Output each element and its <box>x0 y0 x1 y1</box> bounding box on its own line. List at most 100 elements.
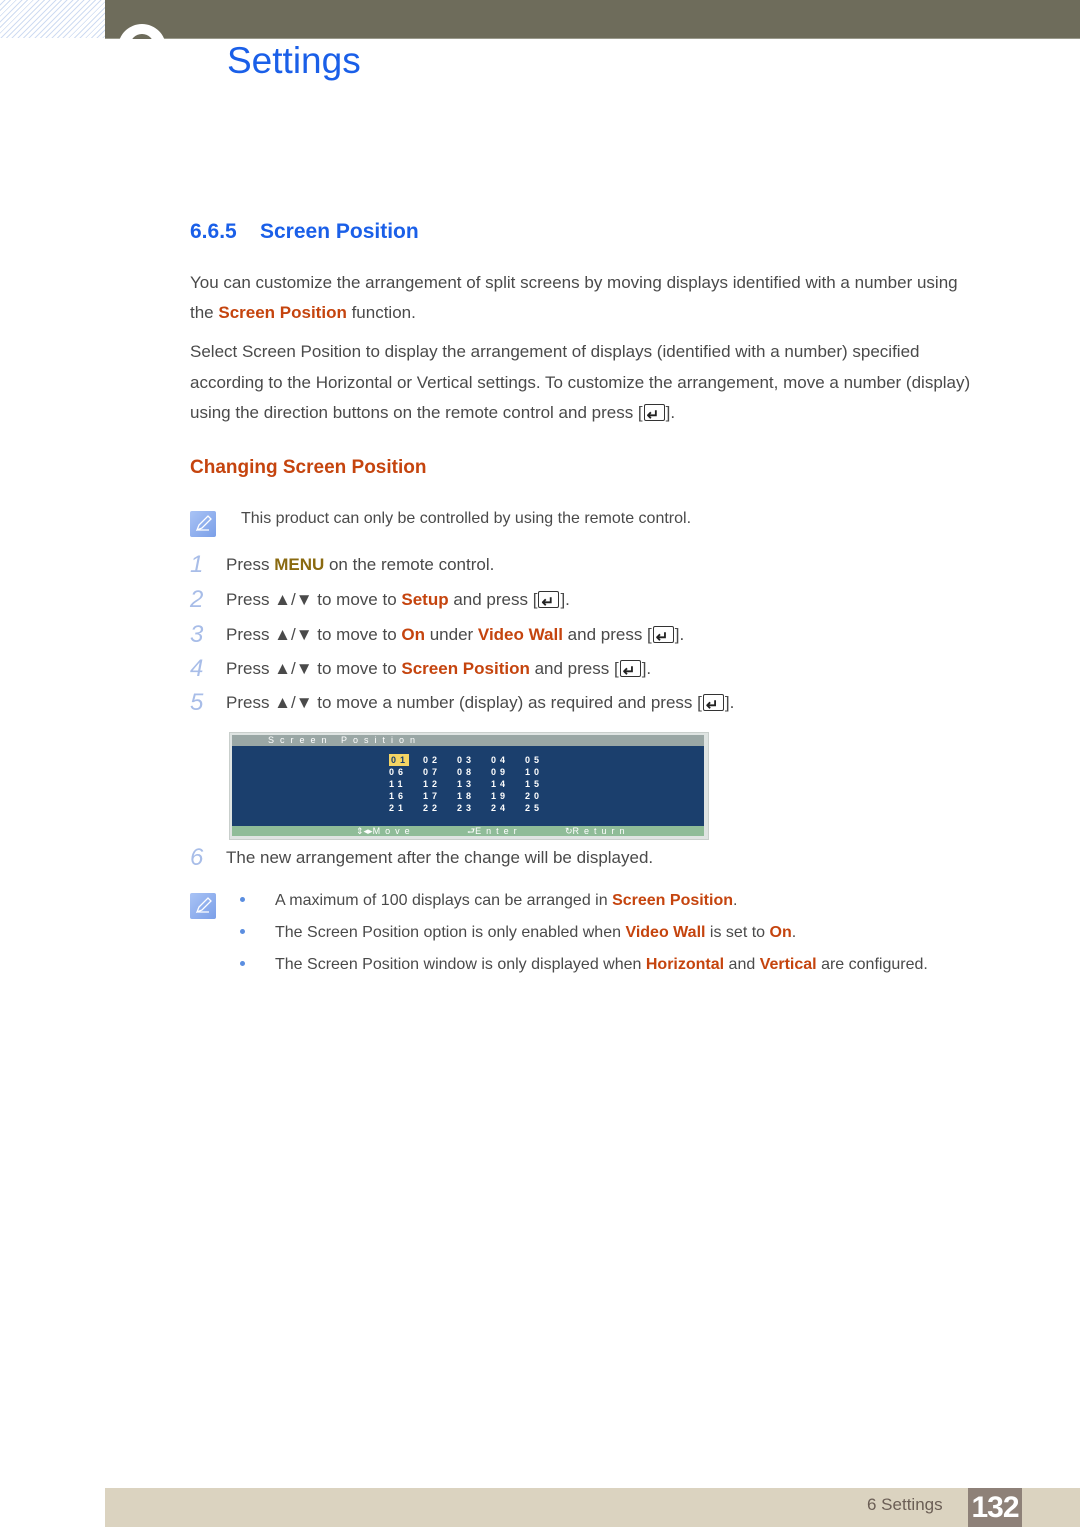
display-cell-09: 09 <box>491 767 510 777</box>
text: and press [ <box>448 590 538 609</box>
return-icon: ↻ <box>565 826 573 836</box>
note-remote-control: This product can only be controlled by u… <box>241 510 692 527</box>
page-title: Settings <box>227 40 361 81</box>
enter-key-icon <box>702 691 724 721</box>
display-grid: 01 02 03 04 05 06 07 08 09 10 11 12 13 14 15 16 17 18 19 20… <box>389 754 559 814</box>
text: on the remote control. <box>324 555 495 574</box>
osd-title: Screen Position <box>232 735 704 746</box>
display-cell-07: 07 <box>423 767 442 777</box>
text: under <box>424 625 478 644</box>
display-cell-05: 05 <box>525 755 544 765</box>
description-paragraph: Select Screen Position to display the ar… <box>190 337 1020 432</box>
display-cell-10: 10 <box>525 767 544 777</box>
text: using the direction buttons on the remot… <box>190 403 643 422</box>
enter-key-icon <box>643 401 665 432</box>
step-3: 3 Press ▲/▼ to move to On under Video Wal… <box>190 620 685 653</box>
display-cell-16: 16 <box>389 791 408 801</box>
bullet-icon <box>240 897 245 902</box>
text: Press ▲/▼ to move to <box>226 625 402 644</box>
highlight: Screen Position <box>612 892 733 909</box>
move-hint: ⇕◂▸Move <box>356 826 415 836</box>
osd-footer: ⇕◂▸Move ⮐Enter ↻Return <box>232 826 704 836</box>
note-pencil-icon <box>190 511 216 537</box>
step-number: 2 <box>190 586 204 613</box>
display-cell-15: 15 <box>525 779 544 789</box>
description-line-3: using the direction buttons on the remot… <box>190 398 1020 432</box>
display-cell-08: 08 <box>457 767 476 777</box>
text: . <box>733 892 738 909</box>
step-2: 2 Press ▲/▼ to move to Setup and press []… <box>190 585 570 618</box>
display-cell-04: 04 <box>491 755 510 765</box>
section-title: Screen Position <box>260 220 419 243</box>
highlight: Horizontal <box>645 956 725 973</box>
osd-body: 01 02 03 04 05 06 07 08 09 10 11 12 13 14 15 16 17 18 19 20… <box>232 746 704 826</box>
page-footer: 6 Settings 132 <box>105 1488 1080 1527</box>
display-cell-01: 01 <box>389 754 410 766</box>
footer-chapter-label: 6 Settings <box>867 1495 943 1514</box>
highlight-screen-position: Screen Position <box>401 659 530 678</box>
text: and press [ <box>562 625 652 644</box>
display-cell-02: 02 <box>423 755 442 765</box>
enter-key-icon <box>619 657 641 687</box>
text: Press ▲/▼ to move a number (display) as … <box>226 693 702 712</box>
text: are configured. <box>816 956 928 973</box>
highlight-menu: MENU <box>274 555 325 574</box>
step-number: 5 <box>190 689 204 716</box>
note-item: The Screen Position option is only enabl… <box>240 924 796 942</box>
text: and <box>724 956 760 973</box>
step-number: 3 <box>190 621 204 648</box>
step-number: 1 <box>190 551 204 578</box>
highlight: On <box>769 924 792 941</box>
enter-hint: ⮐Enter <box>467 826 522 836</box>
intro-line-1: You can customize the arrangement of spl… <box>190 273 958 292</box>
return-label: Return <box>572 826 630 836</box>
step-1: 1 Press MENU on the remote control. <box>190 550 494 580</box>
note-pencil-icon <box>190 893 216 919</box>
text: The Screen Position window is only displ… <box>275 956 646 973</box>
text: The Screen Position option is only enabl… <box>275 924 626 941</box>
display-cell-23: 23 <box>457 803 476 813</box>
intro-paragraph: You can customize the arrangement of spl… <box>190 268 1020 327</box>
highlight-video-wall: Video Wall <box>477 625 563 644</box>
highlight-on: On <box>401 625 425 644</box>
display-cell-13: 13 <box>457 779 476 789</box>
text: ]. <box>674 625 685 644</box>
bullet-icon <box>240 961 245 966</box>
display-cell-19: 19 <box>491 791 510 801</box>
text: is set to <box>705 924 770 941</box>
display-cell-11: 11 <box>389 779 407 789</box>
text: ]. <box>641 659 652 678</box>
highlight-screen-position: Screen Position <box>218 302 347 322</box>
display-cell-21: 21 <box>389 803 408 813</box>
text: Press ▲/▼ to move to <box>226 590 402 609</box>
enter-label: Enter <box>475 826 522 836</box>
text: ]. <box>665 403 676 422</box>
display-cell-03: 03 <box>457 755 476 765</box>
text: . <box>791 924 797 941</box>
display-cell-22: 22 <box>423 803 442 813</box>
enter-key-icon <box>538 588 560 618</box>
display-cell-17: 17 <box>423 791 442 801</box>
screen-position-osd: Screen Position 01 02 03 04 05 06 07 08 09 10 11 12… <box>229 732 709 840</box>
return-hint: ↻Return <box>565 826 630 836</box>
text: The new arrangement after the change wil… <box>226 848 654 867</box>
highlight: Video Wall <box>625 924 706 941</box>
step-4: 4 Press ▲/▼ to move to Screen Position an… <box>190 654 652 687</box>
note-item: A maximum of 100 displays can be arrange… <box>240 892 737 910</box>
display-cell-20: 20 <box>525 791 544 801</box>
step-number: 4 <box>190 655 204 682</box>
bullet-icon <box>240 929 245 934</box>
highlight-setup: Setup <box>401 590 449 609</box>
text: Press <box>226 555 275 574</box>
step-5: 5 Press ▲/▼ to move a number (display) as… <box>190 688 734 721</box>
text: and press [ <box>529 659 619 678</box>
text: function. <box>346 302 416 322</box>
move-label: Move <box>372 826 415 836</box>
intro-line-2: the Screen Position function. <box>190 298 1020 328</box>
text: ]. <box>560 590 570 609</box>
display-cell-06: 06 <box>389 767 408 777</box>
section-heading: 6.6.5 Screen Position <box>190 220 419 244</box>
description-line-2: according to the Horizontal or Vertical … <box>190 372 971 392</box>
step-number: 6 <box>190 844 204 871</box>
header-bar <box>105 0 1080 39</box>
